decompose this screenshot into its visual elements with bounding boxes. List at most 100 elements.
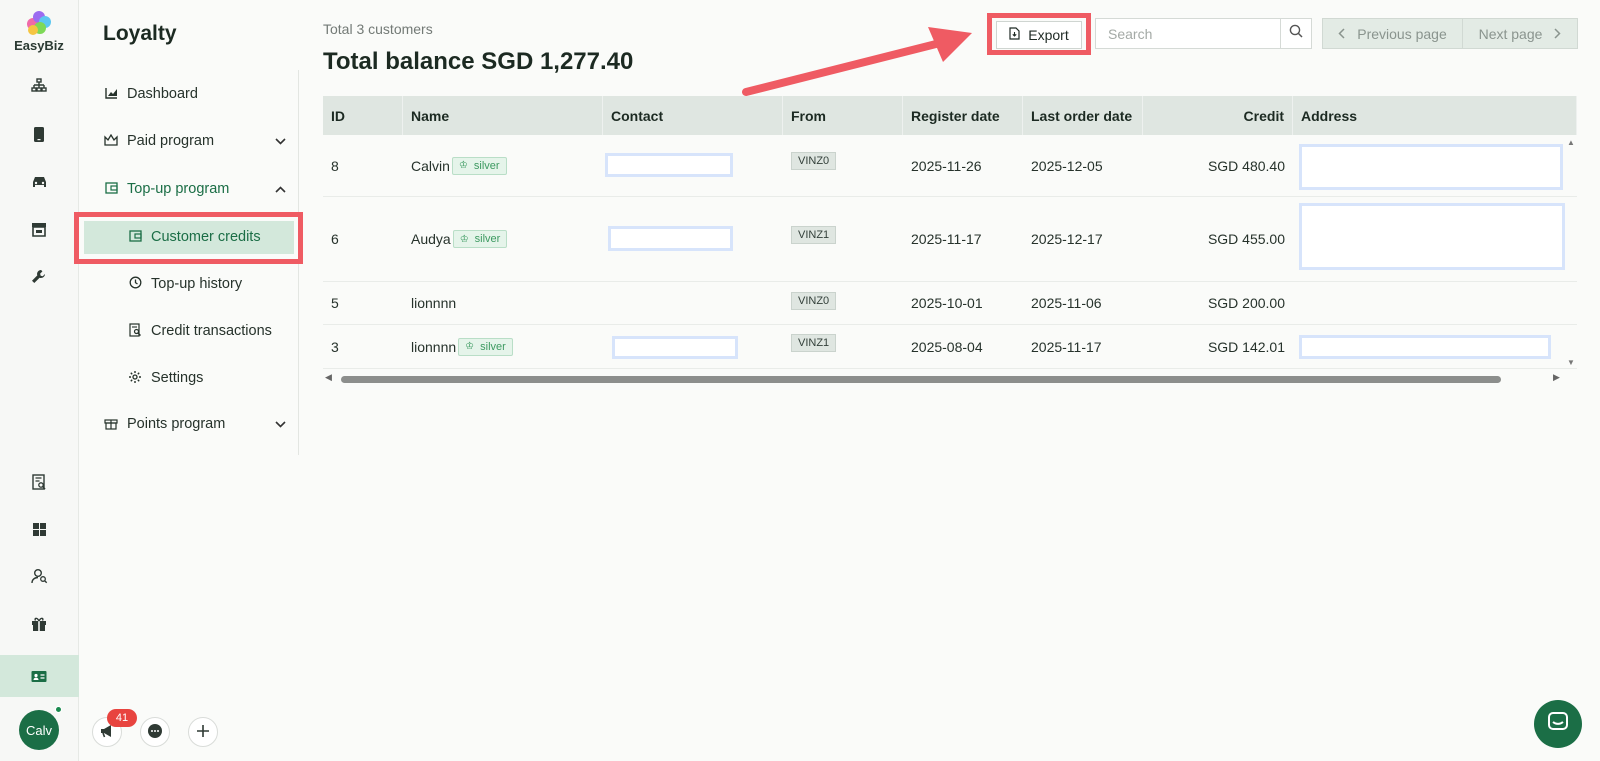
user-avatar[interactable]: Calv xyxy=(19,710,59,750)
search-icon xyxy=(1289,24,1303,43)
next-page-button[interactable]: Next page xyxy=(1463,19,1577,48)
cell-contact xyxy=(603,325,783,368)
redacted-contact xyxy=(605,153,733,177)
table-row[interactable]: 8 Calvin ♔ silver VINZ0 2025-11-26 2025-1… xyxy=(323,135,1577,197)
cell-name: lionnnn ♔ silver xyxy=(403,325,603,368)
table-row[interactable]: 6 Audya ♔ silver VINZ1 2025-11-17 2025-12… xyxy=(323,197,1577,282)
previous-page-button[interactable]: Previous page xyxy=(1323,19,1463,48)
users-search-icon[interactable] xyxy=(25,562,53,590)
scroll-right-icon[interactable]: ▶ xyxy=(1553,372,1560,383)
grid-icon[interactable] xyxy=(25,515,53,543)
redacted-address xyxy=(1299,335,1551,359)
cell-credit: SGD 200.00 xyxy=(1207,295,1285,311)
cell-register-date: 2025-10-01 xyxy=(911,295,983,311)
cell-address xyxy=(1293,197,1577,281)
cell-id: 5 xyxy=(331,295,339,311)
id-card-icon[interactable] xyxy=(25,662,53,690)
cell-register-date: 2025-11-26 xyxy=(911,157,982,174)
table-row[interactable]: 3 lionnnn ♔ silver VINZ1 2025-08-04 2025-… xyxy=(323,325,1577,369)
column-header[interactable]: From xyxy=(783,96,903,135)
cell-credit: SGD 480.40 xyxy=(1207,157,1285,174)
sidebar-item-settings[interactable]: Settings xyxy=(127,366,312,390)
sidebar-item-label: Customer credits xyxy=(151,229,261,245)
sidebar-title: Loyalty xyxy=(103,22,177,45)
cell-credit: SGD 142.01 xyxy=(1207,338,1285,355)
scrollbar-thumb[interactable] xyxy=(341,376,1501,383)
cell-contact xyxy=(603,135,783,196)
horizontal-scrollbar[interactable]: ◀ ▶ xyxy=(323,372,1577,385)
tier-badge: ♔ silver xyxy=(452,230,508,248)
tier-label: silver xyxy=(480,340,506,353)
add-button[interactable] xyxy=(188,717,218,747)
sitemap-icon[interactable] xyxy=(25,72,53,100)
table-row[interactable]: 5 lionnnn VINZ0 2025-10-01 2025-11-06 SG… xyxy=(323,282,1577,325)
search-button[interactable] xyxy=(1280,18,1312,49)
sidebar-item-dashboard[interactable]: Dashboard xyxy=(103,82,288,106)
chevron-down-icon xyxy=(275,417,286,431)
notification-badge: 41 xyxy=(107,709,137,727)
cell-from: VINZ0 xyxy=(783,282,903,324)
sidebar-item-label: Settings xyxy=(151,370,204,386)
crown-icon: ♔ xyxy=(459,233,469,245)
source-tag: VINZ0 xyxy=(791,152,837,170)
support-chat-button[interactable] xyxy=(1534,700,1582,748)
sidebar-item-paid-program[interactable]: Paid program xyxy=(103,129,288,153)
annotation-arrow xyxy=(742,27,972,96)
cell-credit: SGD 455.00 xyxy=(1207,231,1285,247)
sidebar-item-points-program[interactable]: Points program xyxy=(103,412,288,436)
total-balance: Total balance SGD 1,277.40 xyxy=(323,48,634,75)
cell-name: Audya ♔ silver xyxy=(403,197,603,281)
redacted-address xyxy=(1299,203,1565,270)
cell-id: 3 xyxy=(331,338,339,355)
export-label: Export xyxy=(1028,27,1069,43)
sidebar-item-customer-credits[interactable]: Customer credits xyxy=(127,225,312,249)
app-logo[interactable]: EasyBiz xyxy=(14,10,64,53)
table-header: ID Name Contact From Register date Last … xyxy=(323,96,1577,135)
scroll-left-icon[interactable]: ◀ xyxy=(325,372,332,383)
scroll-down-icon[interactable]: ▼ xyxy=(1567,358,1575,367)
search-input[interactable]: Search xyxy=(1095,18,1281,49)
scroll-up-icon[interactable]: ▲ xyxy=(1567,138,1575,147)
cell-last-order-date: 2025-11-17 xyxy=(1031,338,1102,355)
chevron-up-icon xyxy=(275,182,286,196)
chevron-right-icon xyxy=(1554,26,1561,42)
column-header[interactable]: Credit xyxy=(1143,96,1293,135)
store-icon[interactable] xyxy=(25,215,53,243)
cell-address xyxy=(1293,135,1577,196)
column-header[interactable]: Name xyxy=(403,96,603,135)
sidebar-item-label: Paid program xyxy=(127,133,215,149)
sidebar-item-credit-transactions[interactable]: Credit transactions xyxy=(127,319,312,343)
app-rail: EasyBiz Calv xyxy=(0,0,79,761)
cell-name: lionnnn xyxy=(403,282,603,324)
customer-name: Calvin xyxy=(411,157,450,174)
column-header[interactable]: Contact xyxy=(603,96,783,135)
tier-badge: ♔ silver xyxy=(451,156,507,175)
wallet-icon xyxy=(127,229,143,245)
logo-icon xyxy=(24,10,54,36)
car-icon[interactable] xyxy=(25,168,53,196)
crown-icon: ♔ xyxy=(458,160,468,171)
redacted-address xyxy=(1299,144,1563,190)
customer-name: lionnnn xyxy=(411,295,457,311)
column-header[interactable]: Register date xyxy=(903,96,1023,135)
file-export-icon xyxy=(1009,27,1020,43)
phone-icon[interactable] xyxy=(25,120,53,148)
sidebar-item-top-up-program[interactable]: Top-up program xyxy=(103,177,288,201)
column-header[interactable]: Address xyxy=(1293,96,1577,135)
gift-icon[interactable] xyxy=(25,610,53,638)
tier-label: silver xyxy=(474,233,501,245)
column-header[interactable]: Last order date xyxy=(1023,96,1143,135)
vertical-scrollbar[interactable]: ▲ ▼ xyxy=(1567,138,1577,368)
customer-credits-table: ID Name Contact From Register date Last … xyxy=(323,96,1577,369)
tier-badge: ♔ silver xyxy=(458,337,513,356)
sidebar-item-top-up-history[interactable]: Top-up history xyxy=(127,272,312,296)
export-button[interactable]: Export xyxy=(996,21,1082,49)
plus-icon xyxy=(196,724,210,741)
messages-button[interactable] xyxy=(140,717,170,747)
cell-register-date: 2025-08-04 xyxy=(911,338,983,355)
wrench-icon[interactable] xyxy=(25,263,53,291)
cell-id: 8 xyxy=(331,157,339,174)
cell-address xyxy=(1293,282,1577,324)
report-icon[interactable] xyxy=(25,468,53,496)
column-header[interactable]: ID xyxy=(323,96,403,135)
